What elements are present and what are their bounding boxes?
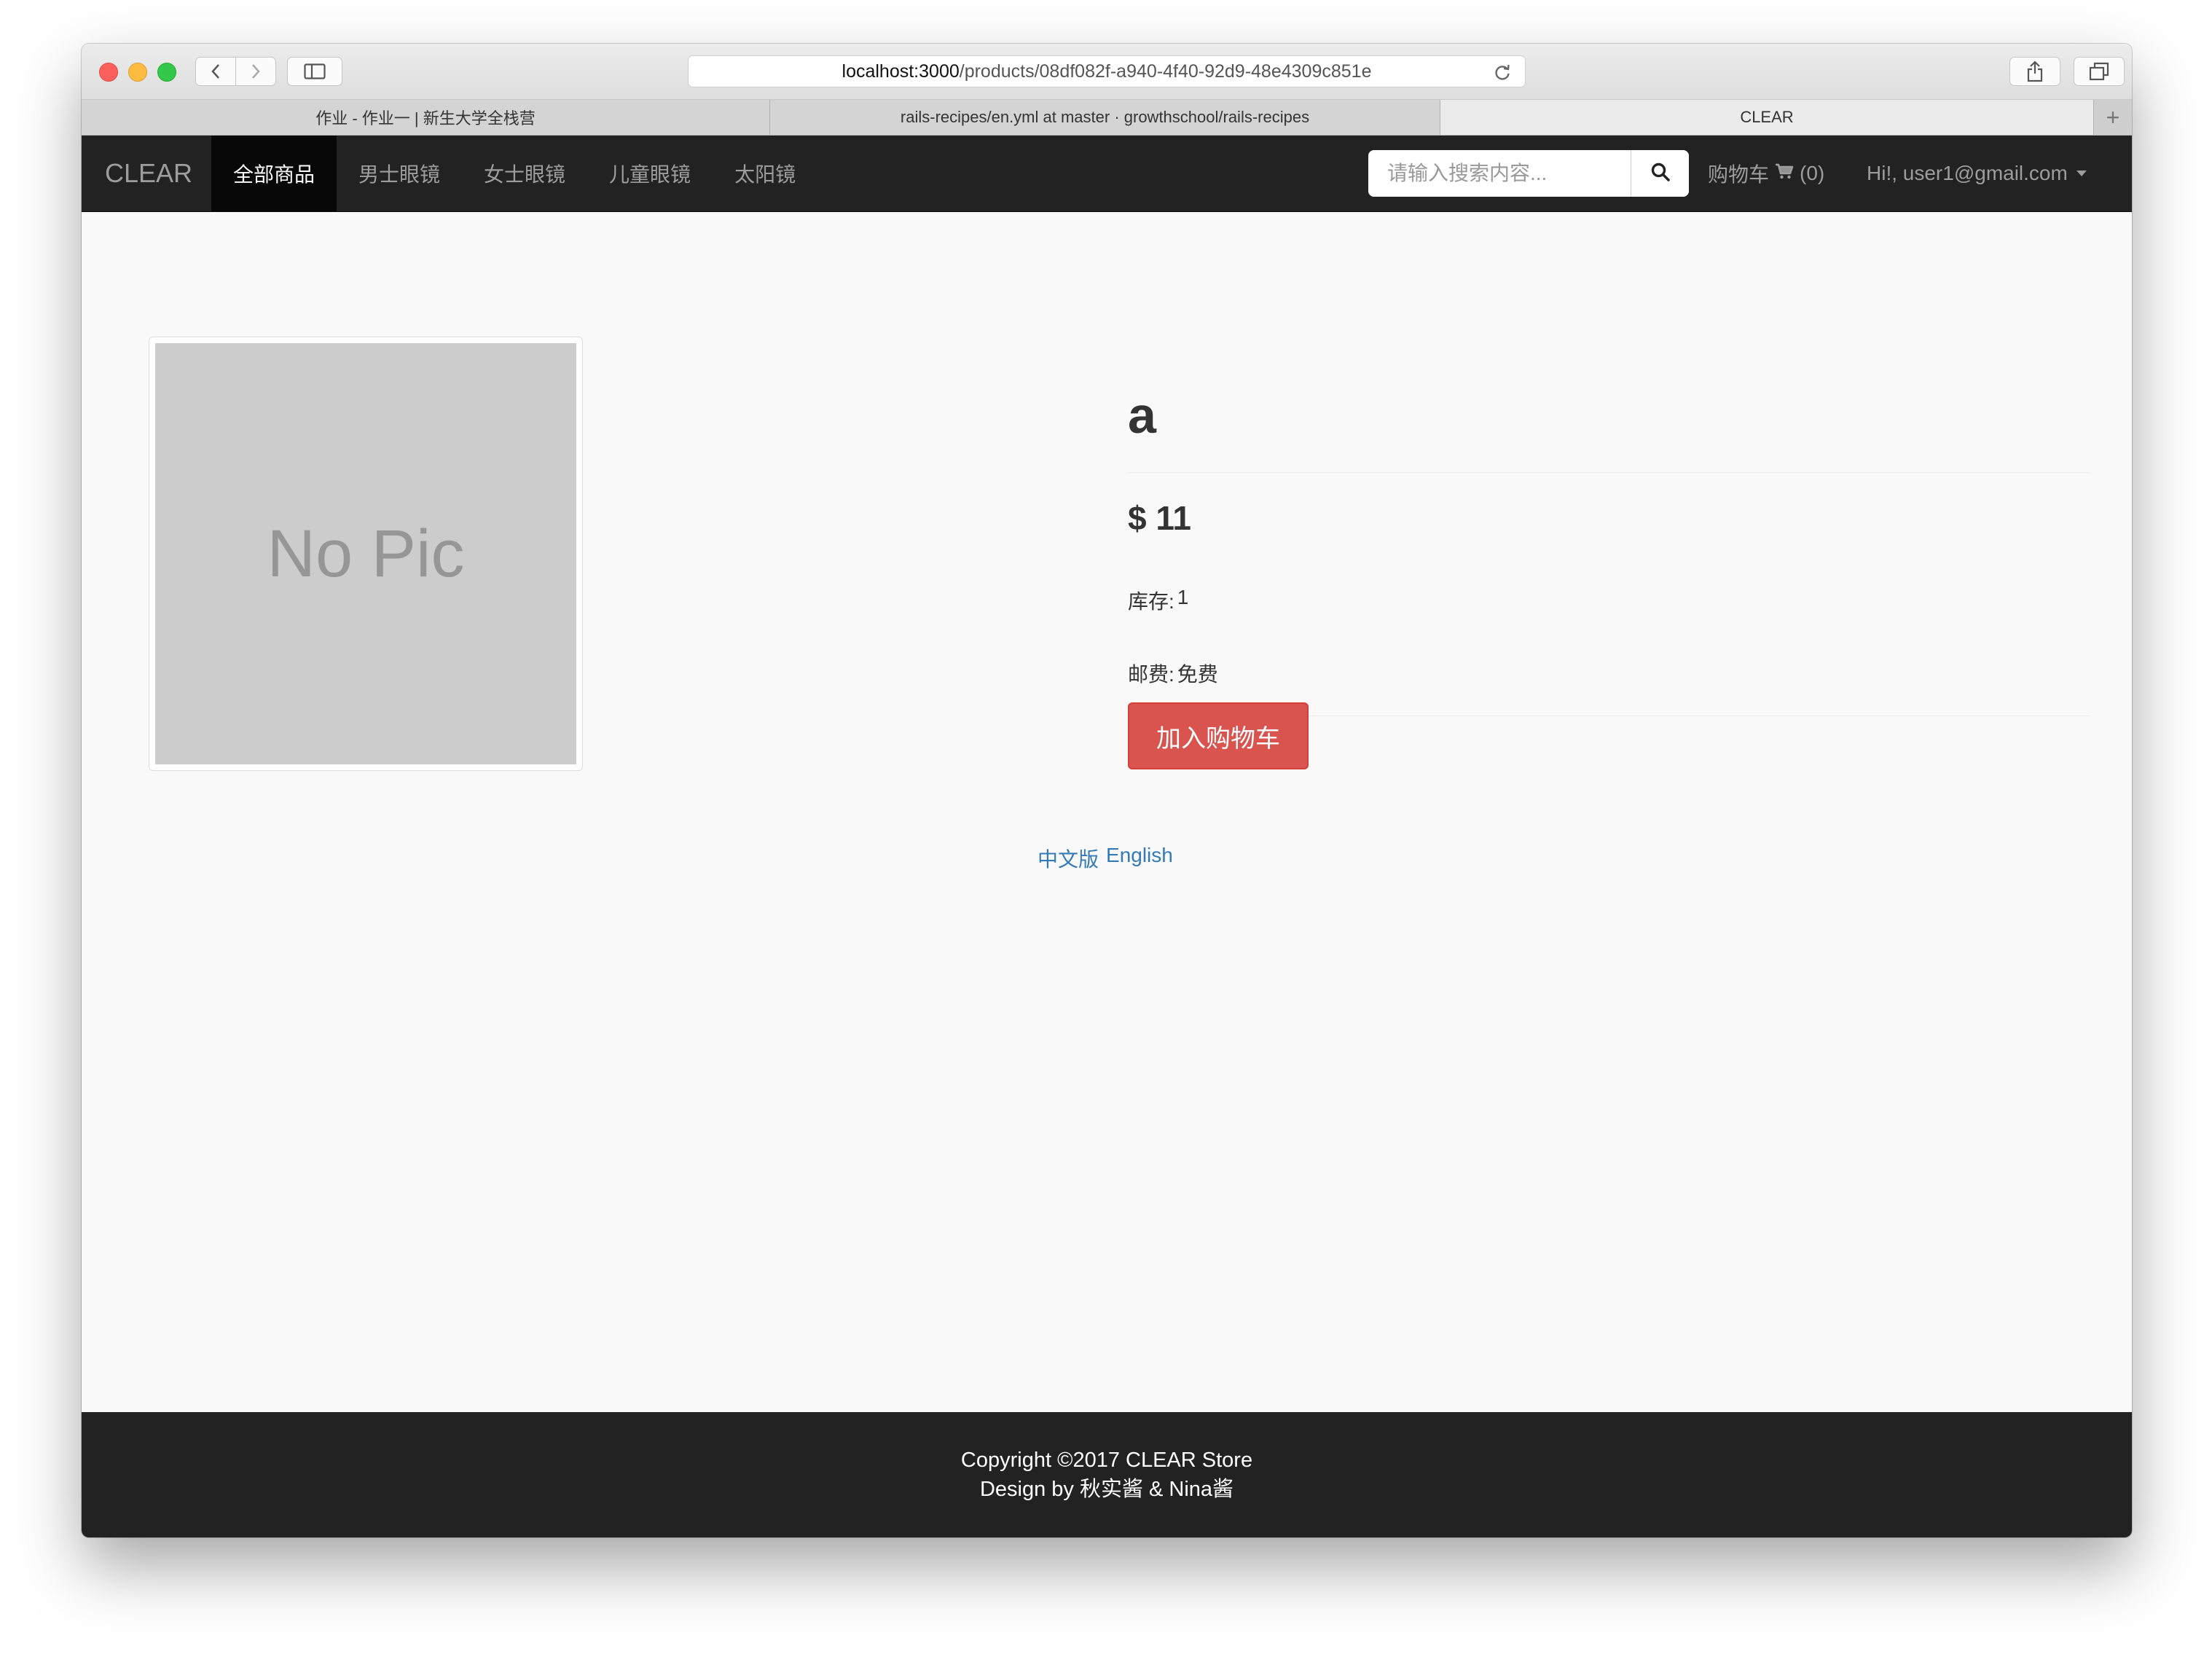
search-input[interactable] (1368, 150, 1631, 197)
product-image: No Pic (149, 337, 583, 771)
brand-logo[interactable]: CLEAR (105, 136, 192, 211)
tabs-icon (2089, 62, 2109, 81)
cart-label: 购物车 (1708, 163, 1770, 186)
search-form (1368, 150, 1689, 197)
site-navbar: CLEAR 全部商品 男士眼镜 女士眼镜 儿童眼镜 太阳镜 购物车 (0) Hi… (82, 136, 2132, 212)
sidebar-toggle-button[interactable] (287, 57, 342, 86)
tab-label: CLEAR (1740, 108, 1794, 126)
add-to-cart-button[interactable]: 加入购物车 (1128, 702, 1309, 769)
product-price: $ 11 (1128, 499, 1191, 537)
sidebar-icon (304, 63, 326, 79)
nav-item-kids-glasses[interactable]: 儿童眼镜 (587, 136, 713, 211)
user-menu-dropdown[interactable]: Hi!, user1@gmail.com (1867, 136, 2087, 211)
footer-design-credit: Design by 秋实酱 & Nina酱 (979, 1478, 1234, 1501)
share-icon (2026, 60, 2044, 82)
nav-menu: 全部商品 男士眼镜 女士眼镜 儿童眼镜 太阳镜 (211, 136, 817, 211)
lang-english-link[interactable]: English (1106, 844, 1173, 873)
chevron-left-icon (210, 63, 221, 80)
tab-rails-recipes[interactable]: rails-recipes/en.yml at master · growths… (770, 100, 1440, 135)
tab-label: rails-recipes/en.yml at master · growths… (900, 108, 1310, 126)
cart-count: (0) (1800, 162, 1825, 184)
shopping-cart-icon (1775, 162, 1794, 185)
site-footer: Copyright ©2017 CLEAR Store Design by 秋实… (82, 1412, 2132, 1537)
caret-down-icon (2076, 171, 2087, 176)
nav-item-men-glasses[interactable]: 男士眼镜 (337, 136, 462, 211)
shipping-value: 免费 (1177, 663, 1218, 686)
search-icon (1650, 162, 1671, 186)
product-title: a (1128, 387, 1156, 444)
zoom-window-button[interactable] (157, 63, 176, 82)
nav-item-all-products[interactable]: 全部商品 (211, 136, 337, 211)
tab-homework[interactable]: 作业 - 作业一 | 新生大学全栈营 (82, 100, 770, 135)
share-button[interactable] (2009, 57, 2060, 86)
tab-label: 作业 - 作业一 | 新生大学全栈营 (315, 109, 536, 128)
browser-titlebar: localhost:3000/products/08df082f-a940-4f… (82, 44, 2132, 100)
back-button[interactable] (195, 57, 236, 86)
chevron-right-icon (250, 63, 262, 80)
close-window-button[interactable] (99, 63, 118, 82)
divider (1128, 472, 2090, 473)
url-host: localhost:3000 (842, 60, 960, 82)
search-button[interactable] (1631, 150, 1689, 197)
nav-item-women-glasses[interactable]: 女士眼镜 (462, 136, 587, 211)
stock-label: 库存: (1128, 590, 1174, 613)
address-bar[interactable]: localhost:3000/products/08df082f-a940-4f… (688, 55, 1526, 87)
stock-value: 1 (1177, 586, 1189, 608)
stock-info: 库存: 1 (1128, 586, 1188, 615)
url-path: /products/08df082f-a940-4f40-92d9-48e430… (959, 60, 1372, 82)
language-switcher: 中文版 English (1038, 844, 1173, 873)
tab-clear[interactable]: CLEAR (1440, 100, 2094, 135)
minimize-window-button[interactable] (128, 63, 147, 82)
shipping-info: 邮费: 免费 (1128, 659, 1218, 688)
shipping-label: 邮费: (1128, 663, 1174, 686)
lang-chinese-link[interactable]: 中文版 (1038, 844, 1099, 873)
no-image-placeholder: No Pic (155, 343, 576, 764)
reload-icon[interactable] (1493, 63, 1512, 87)
browser-window: localhost:3000/products/08df082f-a940-4f… (82, 44, 2132, 1537)
new-tab-button[interactable]: + (2094, 100, 2132, 135)
forward-button[interactable] (235, 57, 276, 86)
user-greeting: Hi!, user1@gmail.com (1867, 162, 2068, 184)
tab-bar: 作业 - 作业一 | 新生大学全栈营 rails-recipes/en.yml … (82, 100, 2132, 136)
nav-item-sunglasses[interactable]: 太阳镜 (713, 136, 817, 211)
cart-link[interactable]: 购物车 (0) (1708, 136, 1824, 211)
footer-copyright: Copyright ©2017 CLEAR Store (960, 1449, 1253, 1472)
tabs-overview-button[interactable] (2074, 57, 2125, 86)
